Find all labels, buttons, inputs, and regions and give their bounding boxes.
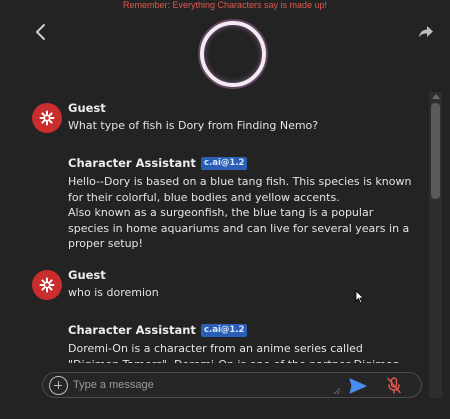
guest-avatar [32, 103, 62, 133]
sender-name: Guest [68, 268, 106, 282]
sender-name: Character Assistant [68, 323, 196, 337]
sender-name: Character Assistant [68, 156, 196, 170]
mic-toggle-button[interactable] [387, 377, 401, 394]
message-text: Doremi-On is a character from an anime s… [68, 342, 400, 363]
character-avatar [200, 21, 266, 87]
guest-avatar [32, 270, 62, 300]
send-icon [349, 378, 367, 394]
scrollbar-thumb[interactable] [431, 103, 440, 199]
back-button[interactable] [31, 22, 49, 42]
message-input[interactable] [73, 376, 339, 394]
model-badge: c.ai@1.2 [200, 157, 248, 170]
message-composer [42, 372, 422, 398]
scroll-up-arrow-icon[interactable] [432, 94, 440, 99]
sender-name: Guest [68, 101, 106, 115]
model-badge: c.ai@1.2 [200, 324, 248, 337]
resize-grip-icon[interactable] [333, 387, 341, 395]
plus-circle-icon[interactable] [49, 376, 68, 395]
disclaimer-banner: Remember: Everything Characters say is m… [122, 0, 328, 10]
asterisk-burst-icon [39, 277, 55, 293]
share-button[interactable] [418, 25, 434, 39]
asterisk-burst-icon [39, 110, 55, 126]
chevron-left-icon [35, 24, 45, 40]
message-text: What type of fish is Dory from Finding N… [68, 119, 319, 132]
mouse-cursor-icon [355, 290, 365, 304]
chat-history[interactable]: Guest What type of fish is Dory from Fin… [0, 92, 426, 363]
message-text: Hello--Dory is based on a blue tang fish… [68, 175, 412, 250]
mic-off-icon [387, 377, 401, 394]
share-icon [419, 26, 433, 38]
send-button[interactable] [349, 378, 367, 394]
